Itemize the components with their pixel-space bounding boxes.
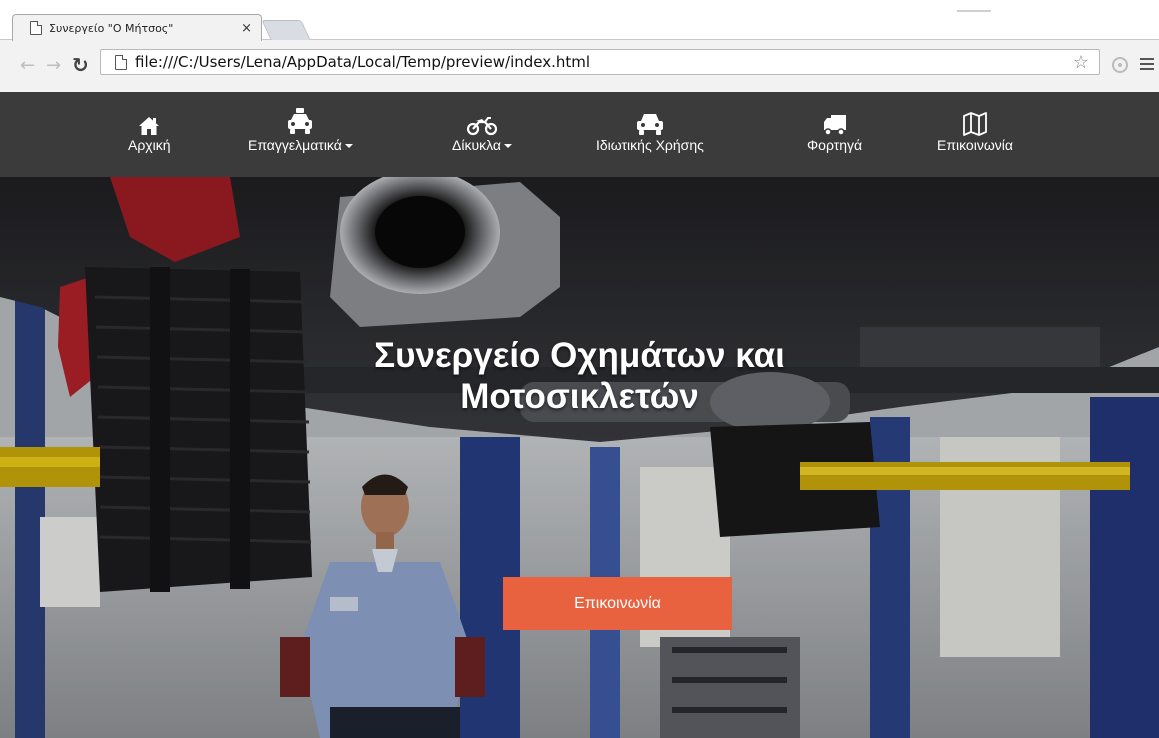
url-text[interactable]: file:///C:/Users/Lena/AppData/Local/Temp… xyxy=(135,53,590,71)
address-bar[interactable]: file:///C:/Users/Lena/AppData/Local/Temp… xyxy=(100,49,1100,75)
nav-item-trucks[interactable]: Φορτηγά xyxy=(807,102,862,153)
page-icon xyxy=(30,21,42,35)
nav-item-private-use[interactable]: Ιδιωτικής Χρήσης xyxy=(596,102,704,153)
taxi-icon xyxy=(286,102,314,136)
hero-title-line-1: Συνεργείο Οχημάτων και xyxy=(374,336,785,375)
nav-item-label: Επαγγελματικά xyxy=(248,137,342,153)
nav-item-motorcycles[interactable]: Δίκυκλα xyxy=(452,102,512,153)
extension-icon[interactable] xyxy=(1112,57,1128,73)
nav-item-label: Δίκυκλα xyxy=(452,137,501,153)
hero-title: Συνεργείο Οχημάτων και Μοτοσικλετών xyxy=(0,335,1159,417)
nav-item-home[interactable]: Αρχική xyxy=(128,102,171,153)
nav-item-contact[interactable]: Επικοινωνία xyxy=(937,102,1013,153)
map-icon xyxy=(962,102,988,136)
browser-menu-icon[interactable] xyxy=(1140,58,1154,72)
reload-icon[interactable]: ↻ xyxy=(72,53,89,77)
nav-item-label: Φορτηγά xyxy=(807,137,863,153)
back-arrow-icon[interactable]: ← xyxy=(20,55,35,76)
nav-item-label: Επικοινωνία xyxy=(937,137,1013,153)
nav-item-professional[interactable]: Επαγγελματικά xyxy=(248,102,353,153)
site-navbar: Αρχική Επαγγελματικά Δίκυκλα Ιδιωτικής Χ… xyxy=(0,92,1159,177)
bookmark-star-icon[interactable]: ☆ xyxy=(1073,52,1089,73)
contact-button[interactable]: Επικοινωνία xyxy=(503,577,732,630)
truck-icon xyxy=(823,102,847,136)
nav-item-label: Αρχική xyxy=(128,137,171,153)
motorcycle-icon xyxy=(467,102,497,136)
browser-chrome: Συνεργείο "Ο Μήτσος" × ← → ↻ file:///C:/… xyxy=(0,0,1159,92)
browser-toolbar: ← → ↻ file:///C:/Users/Lena/AppData/Loca… xyxy=(0,41,1159,92)
browser-tab-content: Συνεργείο "Ο Μήτσος" × xyxy=(30,18,260,38)
chevron-down-icon xyxy=(504,144,512,149)
chevron-down-icon xyxy=(344,144,353,149)
hero-title-line-2: Μοτοσικλετών xyxy=(460,377,699,416)
tab-title: Συνεργείο "Ο Μήτσος" xyxy=(49,21,174,35)
close-tab-icon[interactable]: × xyxy=(241,21,252,36)
car-icon xyxy=(635,102,665,136)
web-page: Αρχική Επαγγελματικά Δίκυκλα Ιδιωτικής Χ… xyxy=(0,92,1159,738)
forward-arrow-icon[interactable]: → xyxy=(46,55,61,76)
window-control-divider xyxy=(957,10,991,12)
hero-section: Συνεργείο Οχημάτων και Μοτοσικλετών Επικ… xyxy=(0,177,1159,738)
new-tab-button[interactable] xyxy=(261,20,311,40)
tab-strip: Συνεργείο "Ο Μήτσος" × xyxy=(0,0,1159,41)
page-icon xyxy=(115,55,127,70)
nav-item-label: Ιδιωτικής Χρήσης xyxy=(596,137,704,153)
hero-background-image xyxy=(0,177,1159,738)
home-icon xyxy=(138,102,160,136)
